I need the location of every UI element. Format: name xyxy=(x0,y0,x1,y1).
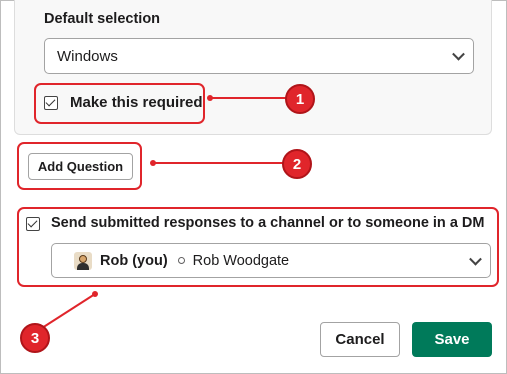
callout-1: 1 xyxy=(285,84,315,114)
highlight-box-1 xyxy=(34,83,205,124)
chevron-down-icon xyxy=(452,47,465,61)
default-selection-dropdown[interactable]: Windows xyxy=(44,38,474,74)
highlight-box-2 xyxy=(17,142,142,190)
leader-line-1 xyxy=(210,97,286,99)
default-selection-label: Default selection xyxy=(44,11,161,27)
callout-2: 2 xyxy=(282,149,312,179)
highlight-box-3 xyxy=(17,207,499,287)
default-selection-value: Windows xyxy=(57,47,118,65)
leader-line-2 xyxy=(153,162,283,164)
save-button[interactable]: Save xyxy=(412,322,492,357)
cancel-button[interactable]: Cancel xyxy=(320,322,400,357)
callout-3: 3 xyxy=(20,323,50,353)
